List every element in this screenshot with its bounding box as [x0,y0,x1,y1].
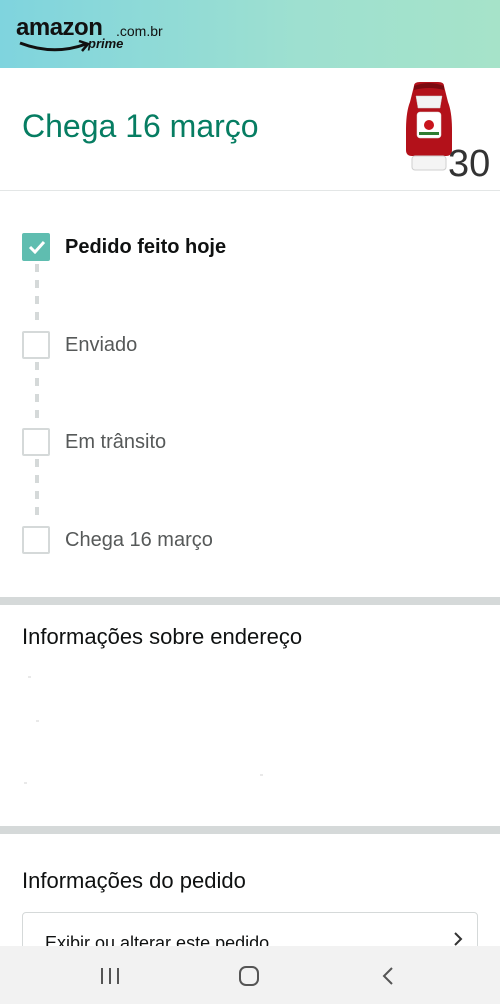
step-connector [35,459,39,515]
address-content [22,670,478,800]
order-section-title: Informações do pedido [22,868,246,893]
arrival-date-title: Chega 16 março [22,108,259,144]
step-label: Chega 16 março [65,529,213,551]
section-divider [0,597,500,605]
step-shipped: Enviado [22,331,472,363]
amazon-prime-logo[interactable]: amazon .com.br prime [16,14,176,58]
checkbox-empty-icon [22,428,50,456]
faint-mark [24,782,27,784]
chevron-right-icon [454,932,463,946]
step-order-placed: Pedido feito hoje [22,233,472,265]
checkbox-checked-icon [22,233,50,261]
amazon-smile-icon [19,40,91,52]
step-in-transit: Em trânsito [22,428,472,460]
faint-mark [260,774,263,776]
system-nav-bar [0,946,500,1004]
faint-mark [36,720,39,722]
section-divider [0,826,500,834]
checkbox-empty-icon [22,526,50,554]
quantity-badge: 30 [448,143,491,185]
back-icon[interactable] [374,964,404,988]
recent-apps-icon[interactable] [95,964,125,988]
step-connector [35,264,39,320]
step-connector [35,362,39,418]
address-section-title: Informações sobre endereço [22,624,303,649]
step-arrives: Chega 16 março [22,526,472,558]
step-label: Enviado [65,334,138,356]
logo-prime: prime [88,36,124,51]
tracking-progress: Pedido feito hoje Enviado Em trânsito Ch… [0,191,500,597]
top-bar: amazon .com.br prime [0,0,500,68]
step-label: Em trânsito [65,431,167,453]
faint-mark [28,676,31,678]
step-label: Pedido feito hoje [65,236,227,258]
ketchup-bottle-image[interactable] [404,80,454,172]
home-icon[interactable] [234,964,264,988]
checkbox-empty-icon [22,331,50,359]
